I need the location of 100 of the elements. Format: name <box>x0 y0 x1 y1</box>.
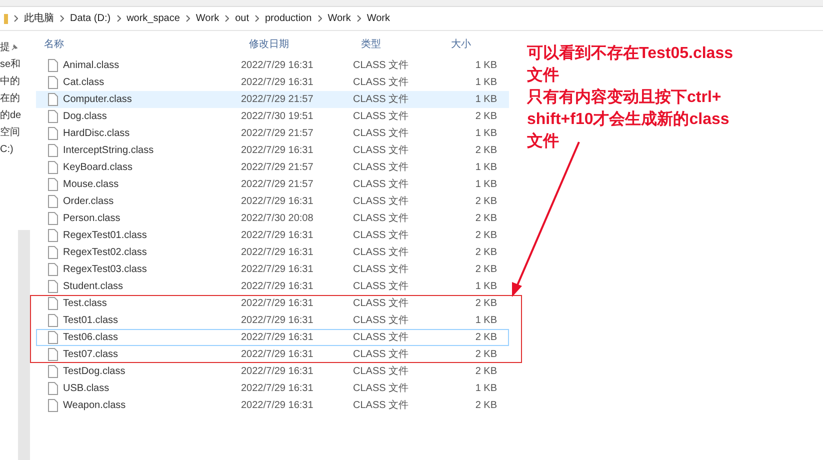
sidebar-item[interactable]: C:) <box>0 142 14 156</box>
file-size: 2 KB <box>474 229 497 243</box>
modified-date: 2022/7/29 16:31 <box>241 263 314 277</box>
file-name: Dog.class <box>63 110 107 124</box>
file-row[interactable]: Person.class 2022/7/30 20:08 CLASS 文件 2 KB <box>30 210 522 227</box>
chevron-icon <box>254 15 259 22</box>
modified-date: 2022/7/30 19:51 <box>241 110 314 124</box>
file-type: CLASS 文件 <box>353 92 410 107</box>
sidebar-item[interactable]: 提 <box>0 40 10 54</box>
breadcrumb-item[interactable]: Work <box>366 11 390 26</box>
file-name: TestDog.class <box>63 365 126 379</box>
modified-date: 2022/7/29 16:31 <box>241 382 314 396</box>
file-row[interactable]: Test.class 2022/7/29 16:31 CLASS 文件 2 KB <box>30 295 522 312</box>
file-row[interactable]: RegexTest02.class 2022/7/29 16:31 CLASS 文件 2 KB <box>30 244 522 261</box>
file-row[interactable]: Mouse.class 2022/7/29 21:57 CLASS 文件 1 KB <box>30 176 522 193</box>
file-icon <box>48 229 58 242</box>
file-row[interactable]: RegexTest01.class 2022/7/29 16:31 CLASS 文件 2 KB <box>30 227 522 244</box>
sidebar-item[interactable]: 空间 <box>0 124 20 140</box>
file-size: 1 KB <box>474 93 497 107</box>
modified-date: 2022/7/29 16:31 <box>241 314 314 328</box>
file-row[interactable]: HardDisc.class 2022/7/29 21:57 CLASS 文件 1 KB <box>30 125 522 142</box>
file-type: CLASS 文件 <box>353 296 410 311</box>
sidebar-item[interactable]: 在的 <box>0 90 20 106</box>
chevron-icon <box>318 15 322 22</box>
file-type: CLASS 文件 <box>353 58 410 73</box>
file-row[interactable]: TestDog.class 2022/7/29 16:31 CLASS 文件 2 KB <box>30 363 522 380</box>
sidebar-item[interactable]: 中的 <box>0 74 20 88</box>
file-name: Order.class <box>63 195 114 209</box>
file-type: CLASS 文件 <box>353 178 410 192</box>
file-type: CLASS 文件 <box>353 398 410 413</box>
modified-date: 2022/7/29 21:57 <box>241 178 314 192</box>
file-name: RegexTest02.class <box>63 246 147 260</box>
modified-date: 2022/7/29 21:57 <box>241 127 314 141</box>
file-icon <box>48 110 58 123</box>
modified-date: 2022/7/29 16:31 <box>241 246 314 260</box>
file-type: CLASS 文件 <box>353 212 410 226</box>
file-name: Computer.class <box>63 93 132 107</box>
file-type: CLASS 文件 <box>353 348 410 362</box>
file-row[interactable]: Order.class 2022/7/29 16:31 CLASS 文件 2 KB <box>30 193 522 210</box>
file-size: 2 KB <box>474 331 497 345</box>
file-icon <box>48 76 58 89</box>
file-row[interactable]: Cat.class 2022/7/29 16:31 CLASS 文件 1 KB <box>30 74 522 91</box>
breadcrumb-item[interactable]: 此电脑 <box>24 11 54 26</box>
file-icon <box>48 144 58 157</box>
file-row[interactable]: Student.class 2022/7/29 16:31 CLASS 文件 1 KB <box>30 278 522 295</box>
file-row[interactable]: Dog.class 2022/7/30 19:51 CLASS 文件 2 KB <box>30 108 522 125</box>
file-name: Test07.class <box>63 348 118 362</box>
modified-date: 2022/7/29 16:31 <box>241 59 314 73</box>
file-size: 2 KB <box>474 399 497 413</box>
file-type: CLASS 文件 <box>353 364 410 379</box>
file-size: 2 KB <box>474 365 497 379</box>
scrollbar[interactable] <box>18 230 30 460</box>
breadcrumb-item[interactable]: production <box>264 11 312 26</box>
chevron-icon <box>356 15 361 22</box>
file-size: 1 KB <box>474 280 497 294</box>
file-icon <box>48 178 58 191</box>
file-size: 1 KB <box>474 59 497 73</box>
file-icon <box>48 382 58 395</box>
column-header[interactable]: 修改日期 <box>249 36 361 52</box>
file-row[interactable]: RegexTest03.class 2022/7/29 16:31 CLASS 文件 2 KB <box>30 261 522 278</box>
sidebar-item[interactable]: 的de <box>0 108 22 122</box>
modified-date: 2022/7/29 21:57 <box>241 93 314 107</box>
file-name: USB.class <box>63 382 110 396</box>
file-icon <box>48 280 58 293</box>
column-header[interactable]: 名称 <box>36 36 249 52</box>
column-header[interactable]: 大小 <box>451 36 501 52</box>
sidebar-item[interactable]: se和 <box>0 56 21 72</box>
file-type: CLASS 文件 <box>353 126 410 141</box>
file-row[interactable]: Animal.class 2022/7/29 16:31 CLASS 文件 1 KB <box>30 57 522 74</box>
modified-date: 2022/7/29 16:31 <box>241 144 314 158</box>
modified-date: 2022/7/29 16:31 <box>241 76 314 90</box>
file-row[interactable]: Weapon.class 2022/7/29 16:31 CLASS 文件 2 KB <box>30 397 522 414</box>
file-size: 2 KB <box>474 246 497 260</box>
file-name: Cat.class <box>63 76 104 90</box>
file-size: 2 KB <box>474 212 497 226</box>
breadcrumb-item[interactable]: Work <box>196 11 220 26</box>
file-name: Weapon.class <box>63 399 126 413</box>
file-row[interactable]: USB.class 2022/7/29 16:31 CLASS 文件 1 KB <box>30 380 522 397</box>
column-header[interactable]: 类型 <box>361 36 451 52</box>
file-size: 1 KB <box>474 161 497 175</box>
file-icon <box>48 161 58 174</box>
file-row[interactable]: Test07.class 2022/7/29 16:31 CLASS 文件 2 KB <box>30 346 522 363</box>
file-row[interactable]: InterceptString.class 2022/7/29 16:31 CLASS 文件 2 KB <box>30 142 522 159</box>
pin-icon[interactable] <box>11 44 18 50</box>
modified-date: 2022/7/29 16:31 <box>241 195 314 209</box>
file-type: CLASS 文件 <box>353 194 410 209</box>
breadcrumb-item[interactable]: out <box>235 11 249 26</box>
file-size: 1 KB <box>474 127 497 141</box>
file-row[interactable]: KeyBoard.class 2022/7/29 21:57 CLASS 文件 1 KB <box>30 159 522 176</box>
file-size: 2 KB <box>474 263 497 277</box>
breadcrumb-item[interactable]: Data (D:) <box>70 11 111 26</box>
modified-date: 2022/7/29 16:31 <box>241 399 314 413</box>
breadcrumb-item[interactable]: work_space <box>126 11 180 26</box>
file-name: Test01.class <box>63 314 118 328</box>
modified-date: 2022/7/29 16:31 <box>241 348 314 362</box>
file-type: CLASS 文件 <box>353 314 410 328</box>
file-icon <box>48 59 58 72</box>
breadcrumb-item[interactable]: Work <box>328 11 351 26</box>
file-icon <box>48 246 58 259</box>
file-size: 2 KB <box>474 110 497 124</box>
